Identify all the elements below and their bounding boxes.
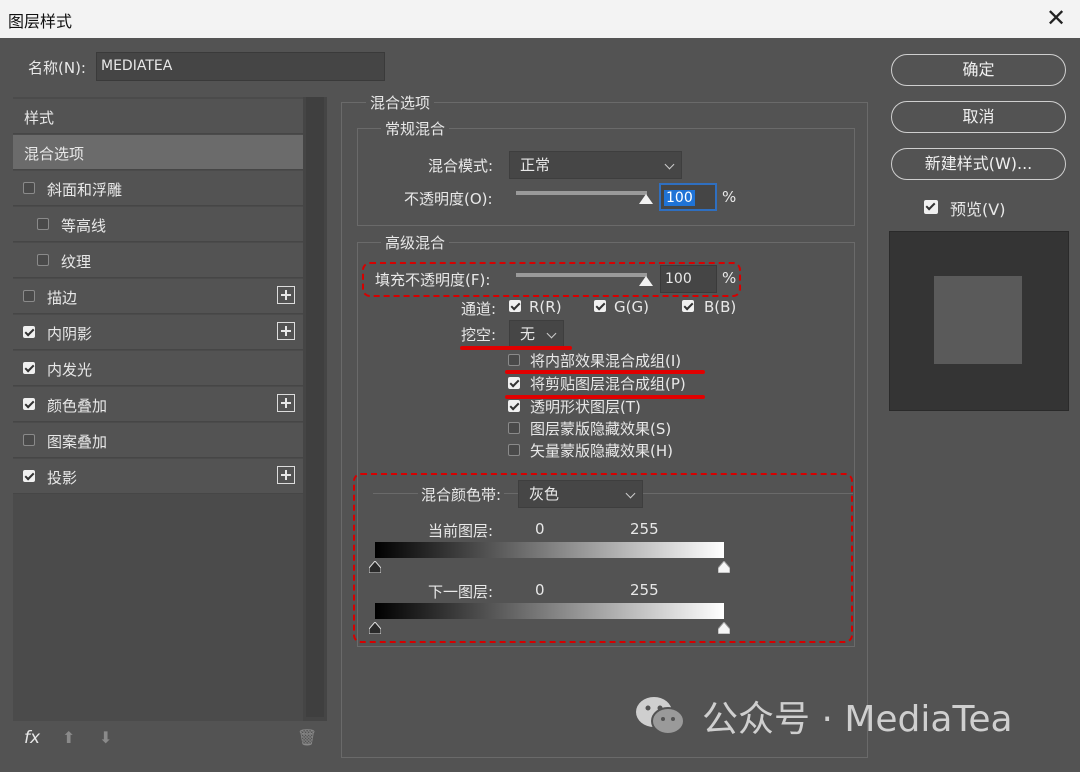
sidebar-item-contour[interactable]: 等高线 [13, 207, 303, 242]
scrollbar-thumb[interactable] [306, 97, 324, 717]
sidebar-item-drop-shadow[interactable]: 投影 [13, 459, 303, 494]
sidebar-item-label: 内发光 [47, 361, 93, 379]
wechat-icon [636, 697, 685, 735]
fx-icon[interactable]: fx [24, 728, 40, 748]
chevron-down-icon [664, 159, 675, 170]
bevel-checkbox[interactable] [23, 182, 35, 194]
sidebar-item-label: 内阴影 [47, 325, 93, 343]
preview-thumbnail [889, 231, 1069, 411]
knockout-label: 挖空: [461, 326, 497, 344]
preview-label: 预览(V) [950, 200, 1006, 219]
blend-clipped-bottom-line [505, 395, 705, 399]
sidebar-item-blend-options[interactable]: 混合选项 [13, 135, 303, 170]
sidebar-item-inner-shadow[interactable]: 内阴影 [13, 315, 303, 350]
sidebar-item-inner-glow[interactable]: 内发光 [13, 351, 303, 386]
close-icon[interactable]: ✕ [1042, 4, 1070, 32]
new-style-button[interactable]: 新建样式(W)... [891, 148, 1066, 180]
channel-r-label: R(R) [529, 298, 562, 316]
sidebar-item-label: 颜色叠加 [47, 397, 108, 415]
contour-checkbox[interactable] [37, 218, 49, 230]
blend-interior-label: 将内部效果混合成组(I) [530, 352, 682, 370]
channel-b-label: B(B) [704, 298, 737, 316]
channel-b-checkbox[interactable] [682, 300, 694, 312]
drop-shadow-checkbox[interactable] [23, 470, 35, 482]
sidebar-header-label: 样式 [24, 109, 55, 127]
sidebar-item-texture[interactable]: 纹理 [13, 243, 303, 278]
color-overlay-checkbox[interactable] [23, 398, 35, 410]
advanced-blend-title: 高级混合 [381, 232, 450, 253]
preview-square [934, 276, 1022, 364]
blend-clipped-checkbox[interactable] [508, 377, 520, 389]
stroke-checkbox[interactable] [23, 290, 35, 302]
blend-mode-value: 正常 [520, 156, 551, 174]
pattern-overlay-checkbox[interactable] [23, 434, 35, 446]
layer-mask-hides-checkbox[interactable] [508, 422, 520, 434]
sidebar-item-label: 斜面和浮雕 [47, 181, 123, 199]
blend-options-title: 混合选项 [366, 92, 435, 113]
ok-button[interactable]: 确定 [891, 54, 1066, 86]
opacity-slider[interactable] [516, 191, 647, 195]
vector-mask-hides-checkbox[interactable] [508, 444, 520, 456]
blend-if-highlight [353, 473, 853, 643]
opacity-unit: % [722, 188, 737, 206]
channels-label: 通道: [461, 300, 497, 318]
sidebar-item-label: 图案叠加 [47, 433, 108, 451]
opacity-input[interactable]: 100 [659, 183, 717, 211]
sidebar-item-color-overlay[interactable]: 颜色叠加 [13, 387, 303, 422]
layer-mask-hides-label: 图层蒙版隐藏效果(S) [530, 420, 672, 438]
preview-checkbox[interactable] [924, 200, 938, 214]
add-drop-shadow-plus-icon[interactable] [277, 466, 295, 484]
sidebar-item-label: 纹理 [61, 253, 92, 271]
move-down-icon[interactable]: ⬇ [99, 728, 112, 747]
knockout-value: 无 [520, 325, 536, 343]
title-bar: 图层样式 ✕ [0, 0, 1080, 38]
sidebar-item-label: 描边 [47, 289, 78, 307]
watermark-text: 公众号 · MediaTea [702, 699, 1013, 740]
vector-mask-hides-label: 矢量蒙版隐藏效果(H) [530, 442, 673, 460]
add-inner-shadow-plus-icon[interactable] [277, 322, 295, 340]
sidebar-item-stroke[interactable]: 描边 [13, 279, 303, 314]
opacity-slider-handle[interactable] [639, 194, 653, 204]
blend-mode-label: 混合模式: [428, 157, 494, 175]
trash-icon[interactable]: 🗑 [297, 728, 317, 747]
transparency-shapes-label: 透明形状图层(T) [530, 398, 641, 416]
move-up-icon[interactable]: ⬆ [62, 728, 75, 747]
name-input[interactable]: MEDIATEA [96, 52, 385, 81]
sidebar-item-pattern-overlay[interactable]: 图案叠加 [13, 423, 303, 458]
blend-mode-select[interactable]: 正常 [509, 151, 682, 179]
knockout-underline [460, 346, 572, 350]
inner-glow-checkbox[interactable] [23, 362, 35, 374]
transparency-shapes-checkbox[interactable] [508, 400, 520, 412]
sidebar-item-label: 混合选项 [24, 145, 85, 163]
sidebar-item-label: 投影 [47, 469, 78, 487]
opacity-value: 100 [664, 190, 695, 206]
sidebar-header-styles[interactable]: 样式 [13, 99, 303, 134]
sidebar-scrollbar[interactable] [303, 97, 327, 721]
name-label: 名称(N): [28, 59, 86, 77]
fill-opacity-highlight [362, 262, 741, 297]
channel-g-label: G(G) [614, 298, 649, 316]
add-color-overlay-plus-icon[interactable] [277, 394, 295, 412]
channel-r-checkbox[interactable] [509, 300, 521, 312]
sidebar-item-bevel-emboss[interactable]: 斜面和浮雕 [13, 171, 303, 206]
chevron-down-icon [546, 328, 557, 339]
blend-clipped-top-line [505, 370, 705, 374]
cancel-button[interactable]: 取消 [891, 101, 1066, 133]
add-stroke-plus-icon[interactable] [277, 286, 295, 304]
knockout-select[interactable]: 无 [509, 320, 564, 348]
texture-checkbox[interactable] [37, 254, 49, 266]
blend-clipped-label: 将剪贴图层混合成组(P) [530, 375, 686, 393]
window-title: 图层样式 [8, 12, 73, 31]
general-blend-title: 常规混合 [381, 118, 450, 139]
opacity-label: 不透明度(O): [404, 190, 493, 208]
sidebar-item-label: 等高线 [61, 217, 107, 235]
inner-shadow-checkbox[interactable] [23, 326, 35, 338]
blend-interior-checkbox[interactable] [508, 354, 520, 366]
channel-g-checkbox[interactable] [594, 300, 606, 312]
